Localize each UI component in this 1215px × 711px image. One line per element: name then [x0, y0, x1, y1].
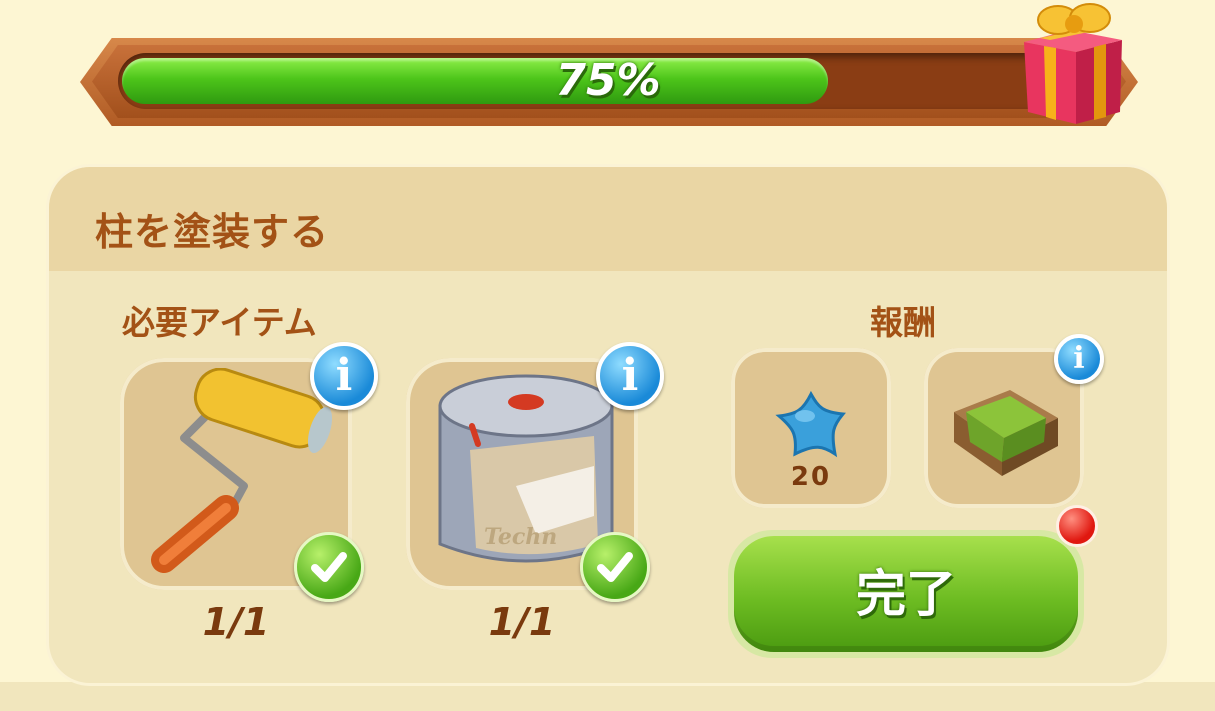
progress-percent-label: 75% — [555, 55, 661, 106]
reward-green-crate[interactable]: i — [924, 334, 1104, 508]
complete-button[interactable]: 完了 — [728, 530, 1084, 658]
blue-star-icon — [775, 390, 846, 458]
required-item-count: 1/1 — [488, 600, 556, 644]
required-item-count: 1/1 — [202, 600, 270, 644]
reward-amount: 20 — [790, 462, 832, 492]
required-items-label: 必要アイテム — [122, 303, 317, 342]
task-title: 柱を塗装する — [95, 210, 330, 254]
complete-button-label: 完了 — [734, 536, 1078, 652]
gift-box-icon[interactable] — [1018, 0, 1128, 128]
info-icon[interactable]: i — [596, 342, 664, 410]
check-icon — [580, 532, 650, 602]
notification-dot — [1056, 505, 1098, 547]
check-icon — [294, 532, 364, 602]
paint-can-label: Techn — [484, 524, 557, 550]
required-item-paint-can[interactable]: Techn i — [406, 342, 664, 602]
reward-blue-star[interactable]: 20 — [731, 348, 891, 508]
rewards-label: 報酬 — [870, 303, 936, 342]
required-item-paint-roller[interactable]: i — [120, 342, 378, 602]
green-crate-icon — [954, 390, 1058, 476]
info-icon[interactable]: i — [1054, 334, 1104, 384]
info-icon[interactable]: i — [310, 342, 378, 410]
bottom-strip — [0, 682, 1215, 711]
